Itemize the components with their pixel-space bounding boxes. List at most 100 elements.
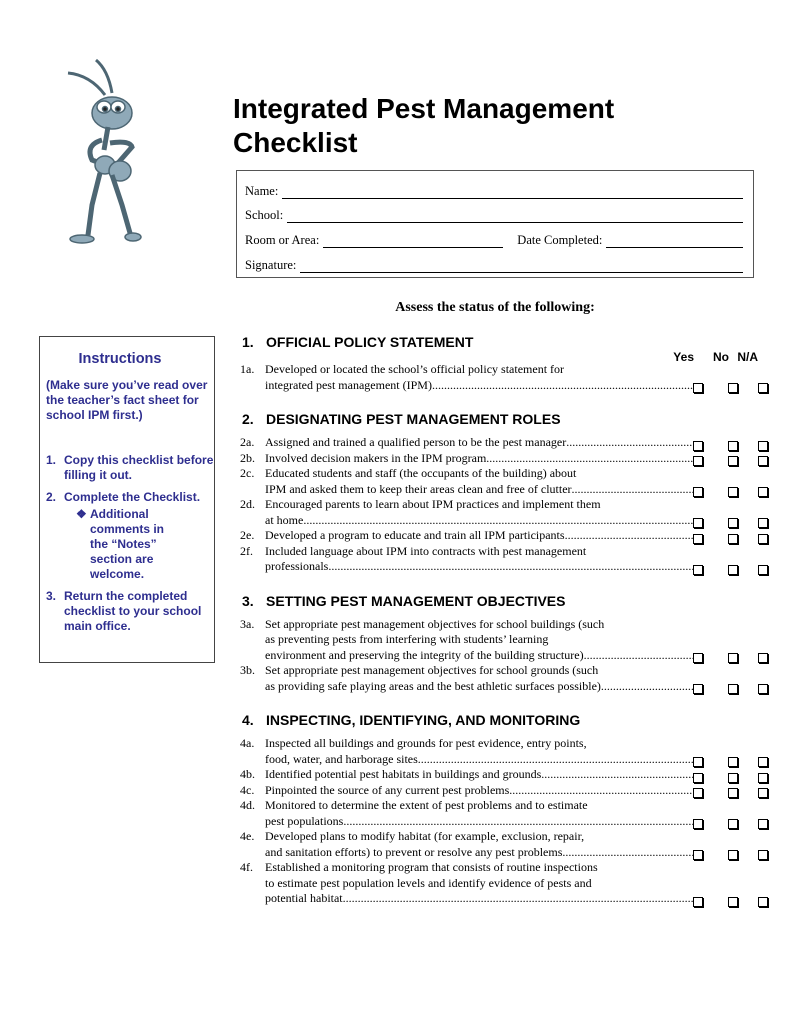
- ant-mascot-image: [67, 58, 142, 244]
- no-checkbox[interactable]: [728, 564, 738, 575]
- yes-checkbox[interactable]: [693, 440, 703, 451]
- date-line[interactable]: [606, 235, 743, 248]
- na-checkbox[interactable]: [758, 819, 768, 829]
- no-checkbox[interactable]: [728, 487, 738, 497]
- room-line[interactable]: [323, 235, 504, 248]
- step-2-note: ❖ Additional comments in the “Notes” sect…: [76, 507, 165, 581]
- leader-dots: [562, 845, 693, 861]
- na-checkbox[interactable]: [758, 757, 768, 767]
- leader-dots: [566, 435, 693, 451]
- no-checkbox[interactable]: [728, 896, 738, 907]
- item-text: Developed plans to modify habitat (for e…: [265, 829, 693, 860]
- answer-boxes: [693, 770, 768, 783]
- no-checkbox[interactable]: [728, 772, 738, 783]
- item-line: Set appropriate pest management objectiv…: [265, 663, 599, 677]
- answer-boxes: [693, 681, 768, 694]
- na-checkbox[interactable]: [758, 518, 768, 528]
- school-line[interactable]: [287, 210, 743, 223]
- na-checkbox[interactable]: [758, 564, 768, 575]
- checklist-item: 2d. Encouraged parents to learn about IPM…: [240, 497, 768, 528]
- item-id: 4c.: [240, 782, 255, 797]
- item-line: Assigned and trained a qualified person …: [265, 435, 693, 451]
- name-field[interactable]: Name:: [245, 183, 743, 199]
- yes-checkbox[interactable]: [693, 850, 703, 860]
- item-line: Included language about IPM into contrac…: [265, 543, 587, 558]
- item-text: Developed or located the school’s offici…: [265, 362, 693, 393]
- no-checkbox[interactable]: [728, 850, 738, 860]
- no-checkbox[interactable]: [728, 653, 738, 663]
- na-checkbox[interactable]: [758, 772, 768, 783]
- signature-line[interactable]: [300, 260, 743, 273]
- item-text: Involved decision makers in the IPM prog…: [265, 451, 693, 467]
- yes-checkbox[interactable]: [693, 684, 703, 694]
- na-checkbox[interactable]: [758, 533, 768, 544]
- no-checkbox[interactable]: [728, 440, 738, 451]
- item-id: 3a.: [240, 616, 255, 631]
- yes-checkbox[interactable]: [693, 383, 703, 393]
- page-title: Integrated Pest Management Checklist: [233, 93, 615, 158]
- yes-checkbox[interactable]: [693, 487, 703, 497]
- item-line: Encouraged parents to learn about IPM pr…: [265, 497, 601, 511]
- no-checkbox[interactable]: [728, 788, 738, 798]
- answer-boxes: [693, 816, 768, 829]
- yes-checkbox[interactable]: [693, 564, 703, 575]
- checklist-item: 2e. Developed a program to educate and tr…: [240, 528, 768, 544]
- yes-checkbox[interactable]: [693, 788, 703, 798]
- no-checkbox[interactable]: [728, 819, 738, 829]
- leader-dots: [328, 559, 693, 575]
- section-title-text: DESIGNATING PEST MANAGEMENT ROLES: [266, 411, 561, 427]
- no-checkbox[interactable]: [728, 518, 738, 528]
- item-id: 2d.: [240, 497, 255, 511]
- checklist-item: 3a. Set appropriate pest management objec…: [240, 616, 768, 663]
- no-checkbox[interactable]: [728, 684, 738, 694]
- name-line[interactable]: [282, 186, 743, 199]
- signature-field[interactable]: Signature:: [245, 257, 743, 273]
- diamond-bullet-icon: ❖: [76, 507, 87, 521]
- leader-dots: [432, 378, 693, 394]
- yes-checkbox[interactable]: [693, 757, 703, 767]
- no-checkbox[interactable]: [728, 533, 738, 544]
- na-checkbox[interactable]: [758, 896, 768, 907]
- signature-label: Signature:: [245, 258, 297, 272]
- yes-checkbox[interactable]: [693, 819, 703, 829]
- no-checkbox[interactable]: [728, 456, 738, 466]
- instructions-intro: (Make sure you’ve read over the teacher’…: [46, 378, 208, 422]
- answer-boxes: [693, 785, 768, 798]
- yes-checkbox[interactable]: [693, 518, 703, 528]
- item-line: Monitored to determine the extent of pes…: [265, 798, 588, 812]
- item-text: Monitored to determine the extent of pes…: [265, 798, 693, 829]
- item-line: Involved decision makers in the IPM prog…: [265, 451, 693, 467]
- item-line: Developed a program to educate and train…: [265, 528, 693, 544]
- na-checkbox[interactable]: [758, 440, 768, 451]
- school-label: School:: [245, 208, 284, 222]
- answer-boxes: [693, 650, 768, 663]
- na-checkbox[interactable]: [758, 684, 768, 694]
- na-checkbox[interactable]: [758, 788, 768, 798]
- answer-boxes: [693, 380, 768, 393]
- section-number: 2.: [242, 411, 254, 427]
- item-id: 2e.: [240, 528, 255, 542]
- na-checkbox[interactable]: [758, 653, 768, 663]
- na-checkbox[interactable]: [758, 850, 768, 860]
- yes-checkbox[interactable]: [693, 653, 703, 663]
- section-title: 4. INSPECTING, IDENTIFYING, AND MONITORIN…: [242, 710, 760, 730]
- step-3: 3. Return the completed checklist to your…: [46, 589, 202, 633]
- item-text: Identified potential pest habitats in bu…: [265, 767, 693, 783]
- item-line: Developed plans to modify habitat (for e…: [265, 829, 585, 843]
- no-checkbox[interactable]: [728, 383, 738, 393]
- no-checkbox[interactable]: [728, 757, 738, 767]
- na-checkbox[interactable]: [758, 456, 768, 466]
- na-checkbox[interactable]: [758, 487, 768, 497]
- item-line: Set appropriate pest management objectiv…: [265, 616, 605, 631]
- section-title-text: OFFICIAL POLICY STATEMENT: [266, 334, 474, 350]
- yes-checkbox[interactable]: [693, 896, 703, 907]
- checklist-item: 3b. Set appropriate pest management objec…: [240, 663, 768, 694]
- answer-boxes: [693, 754, 768, 767]
- yes-checkbox[interactable]: [693, 456, 703, 466]
- yes-checkbox[interactable]: [693, 533, 703, 544]
- na-checkbox[interactable]: [758, 383, 768, 393]
- school-field[interactable]: School:: [245, 207, 743, 223]
- yes-checkbox[interactable]: [693, 772, 703, 783]
- checklist-item: 2b. Involved decision makers in the IPM p…: [240, 451, 768, 467]
- section-title: 2. DESIGNATING PEST MANAGEMENT ROLES: [242, 409, 760, 429]
